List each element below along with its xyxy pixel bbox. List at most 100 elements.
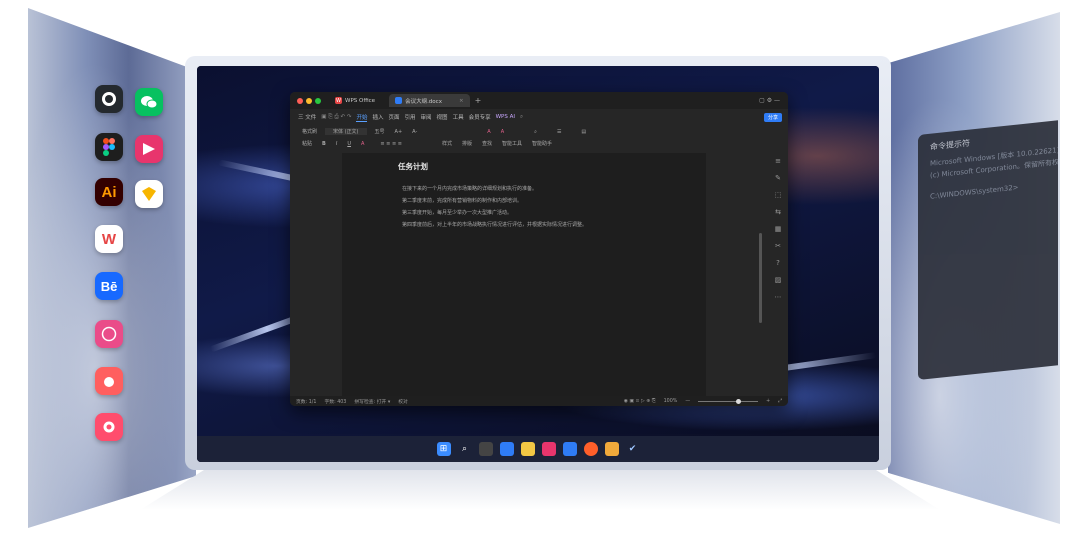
ribbon-row: 粘贴 B I U A ≡ ≡ ≡ ≡ 样式 排版 查找 智能工具 智能助手: [300, 140, 554, 148]
italic-button[interactable]: I: [334, 141, 339, 147]
zoom-slider-knob[interactable]: [736, 398, 742, 404]
font-family-select[interactable]: 宋体 (正文): [325, 128, 367, 135]
smart-assistant-button[interactable]: 智能助手: [530, 140, 554, 147]
tab-label: WPS Office: [345, 97, 376, 104]
start-icon[interactable]: ⊞: [436, 442, 451, 456]
taskbar-app-icon[interactable]: [562, 442, 577, 456]
minimize-button[interactable]: [306, 97, 312, 104]
windows-taskbar: ⊞ ⌕ ✔: [197, 436, 879, 462]
behance-icon[interactable]: Bē: [95, 272, 123, 300]
zoom-slider[interactable]: [698, 398, 759, 404]
menu-member[interactable]: 会员专享: [469, 113, 491, 121]
menu-page[interactable]: 页面: [389, 113, 400, 121]
zoom-in-icon[interactable]: +: [766, 399, 770, 404]
pink-app-icon[interactable]: [135, 135, 163, 163]
orange-app-icon[interactable]: [95, 367, 123, 395]
menu-file[interactable]: 三 文件: [298, 113, 316, 121]
zoom-out-icon[interactable]: —: [685, 399, 690, 404]
word-count[interactable]: 字数: 403: [324, 398, 346, 405]
dribbble-icon[interactable]: [95, 320, 123, 348]
task-view-icon[interactable]: [478, 442, 493, 456]
file-explorer-icon[interactable]: [520, 442, 535, 456]
sketch-icon[interactable]: [135, 180, 163, 208]
paragraph: 第二季度末前，完成所有营销物料的制作和内部培训。: [402, 198, 523, 204]
taskbar-app-icon[interactable]: [583, 442, 598, 456]
view-mode-icons[interactable]: ◉ ▣ ≡ ▷ ⊕ ⎘: [624, 398, 656, 404]
layout-button[interactable]: 排版: [460, 140, 474, 147]
spell-check-toggle[interactable]: 拼写检查: 打开 ▾: [354, 398, 390, 405]
close-tab-icon[interactable]: ×: [459, 98, 464, 104]
quick-access-icons[interactable]: ▣ ⎘ ⎙ ↶ ↷: [321, 114, 351, 121]
wps-office-icon[interactable]: W: [95, 225, 123, 253]
check-icon[interactable]: ✔: [626, 442, 640, 456]
document-title: 任务计划: [398, 162, 428, 171]
style-icon[interactable]: A: [499, 129, 506, 135]
right-side-toolbar: ≡ ✎ ⬚ ⇆ ▦ ✂ ? ▨ ⋯: [774, 157, 782, 301]
style-icon[interactable]: A: [485, 129, 492, 135]
menu-insert[interactable]: 插入: [372, 113, 383, 121]
paragraph: 在接下来的一个月内完成市场策略的详细规划和执行的准备。: [402, 186, 538, 192]
sidebar-menu-icon[interactable]: ≡: [774, 157, 782, 165]
font-grow-button[interactable]: A+: [393, 129, 405, 135]
new-tab-icon[interactable]: +: [475, 96, 482, 105]
paste-button[interactable]: 粘贴: [300, 140, 314, 147]
paragraph: 第四季度前后，对上半年的市场战略执行情况进行评估，并根据实际情况进行调整。: [402, 222, 588, 228]
tools-icon[interactable]: ✂: [774, 242, 782, 250]
tab-document[interactable]: 会议大纲.docx ×: [389, 94, 470, 107]
share-button[interactable]: 分享: [763, 112, 782, 122]
red-app-icon[interactable]: [95, 413, 123, 441]
image-icon[interactable]: ▨: [774, 276, 782, 284]
search-icon[interactable]: ⌕: [520, 114, 523, 121]
fullscreen-icon[interactable]: ⤢: [778, 398, 782, 404]
menu-wps-ai[interactable]: WPS AI: [496, 114, 515, 120]
maximize-button[interactable]: [315, 97, 321, 104]
translate-icon[interactable]: ⇆: [774, 208, 782, 216]
doc-assistant-icon[interactable]: ▤: [579, 129, 588, 135]
text-tools-icon[interactable]: ☰: [555, 129, 563, 135]
illustrator-icon[interactable]: Ai: [95, 178, 123, 206]
tab-wps-office[interactable]: W WPS Office: [329, 94, 381, 107]
find-icon[interactable]: ⌕: [532, 129, 539, 135]
taskbar-app-icon[interactable]: [541, 442, 556, 456]
vertical-scrollbar[interactable]: [759, 233, 762, 323]
menu-review[interactable]: 审阅: [421, 113, 432, 121]
command-prompt-window[interactable]: 命令提示符 Microsoft Windows [版本 10.0.22621] …: [918, 120, 1058, 381]
search-icon[interactable]: ⌕: [458, 442, 472, 456]
proofread-button[interactable]: 校对: [398, 398, 408, 405]
page-count: 页数: 1/1: [296, 399, 317, 405]
github-icon[interactable]: [95, 85, 123, 113]
paragraph: 第三季度开始，每月至少举办一次大型推广活动。: [402, 210, 513, 216]
close-button[interactable]: [297, 97, 303, 104]
floor-reflection: [140, 470, 940, 510]
underline-button[interactable]: U: [345, 141, 353, 147]
store-icon[interactable]: [604, 442, 619, 456]
wps-writer-window[interactable]: W WPS Office 会议大纲.docx × + ▢ ⚙ — 三 文件 ▣ …: [290, 92, 788, 406]
widgets-icon[interactable]: [499, 442, 514, 456]
menu-home[interactable]: 开始: [356, 113, 368, 122]
figma-icon[interactable]: [95, 133, 123, 161]
styles-button[interactable]: 样式: [440, 140, 454, 147]
bold-button[interactable]: B: [320, 141, 328, 147]
window-controls: [290, 97, 321, 104]
window-menu-icon[interactable]: ▢ ⚙ —: [759, 97, 780, 104]
font-shrink-button[interactable]: A-: [410, 129, 419, 135]
document-canvas[interactable]: 任务计划 在接下来的一个月内完成市场策略的详细规划和执行的准备。 第二季度末前，…: [290, 153, 788, 396]
select-icon[interactable]: ⬚: [774, 191, 782, 199]
font-color-button[interactable]: A: [359, 141, 366, 147]
font-size-select[interactable]: 五号: [373, 128, 387, 135]
smart-tools-button[interactable]: 智能工具: [500, 140, 524, 147]
find-button[interactable]: 查找: [480, 140, 494, 147]
help-icon[interactable]: ?: [774, 259, 782, 267]
ribbon-toolbar: 格式刷 宋体 (正文) 五号 A+ A- A A ⌕ ☰ ▤ 粘贴 B I U …: [290, 125, 788, 154]
more-icon[interactable]: ⋯: [774, 293, 782, 301]
format-painter-button[interactable]: 格式刷: [300, 128, 319, 135]
align-icons[interactable]: ≡ ≡ ≡ ≡: [378, 141, 404, 147]
wechat-icon[interactable]: [135, 88, 163, 116]
menu-tools[interactable]: 工具: [453, 113, 464, 121]
document-page[interactable]: 任务计划 在接下来的一个月内完成市场策略的详细规划和执行的准备。 第二季度末前，…: [342, 153, 706, 396]
outline-icon[interactable]: ▦: [774, 225, 782, 233]
pen-icon[interactable]: ✎: [774, 174, 782, 182]
menu-view[interactable]: 视图: [437, 113, 448, 121]
menu-references[interactable]: 引用: [405, 113, 416, 121]
desktop-screen: W WPS Office 会议大纲.docx × + ▢ ⚙ — 三 文件 ▣ …: [197, 66, 879, 462]
